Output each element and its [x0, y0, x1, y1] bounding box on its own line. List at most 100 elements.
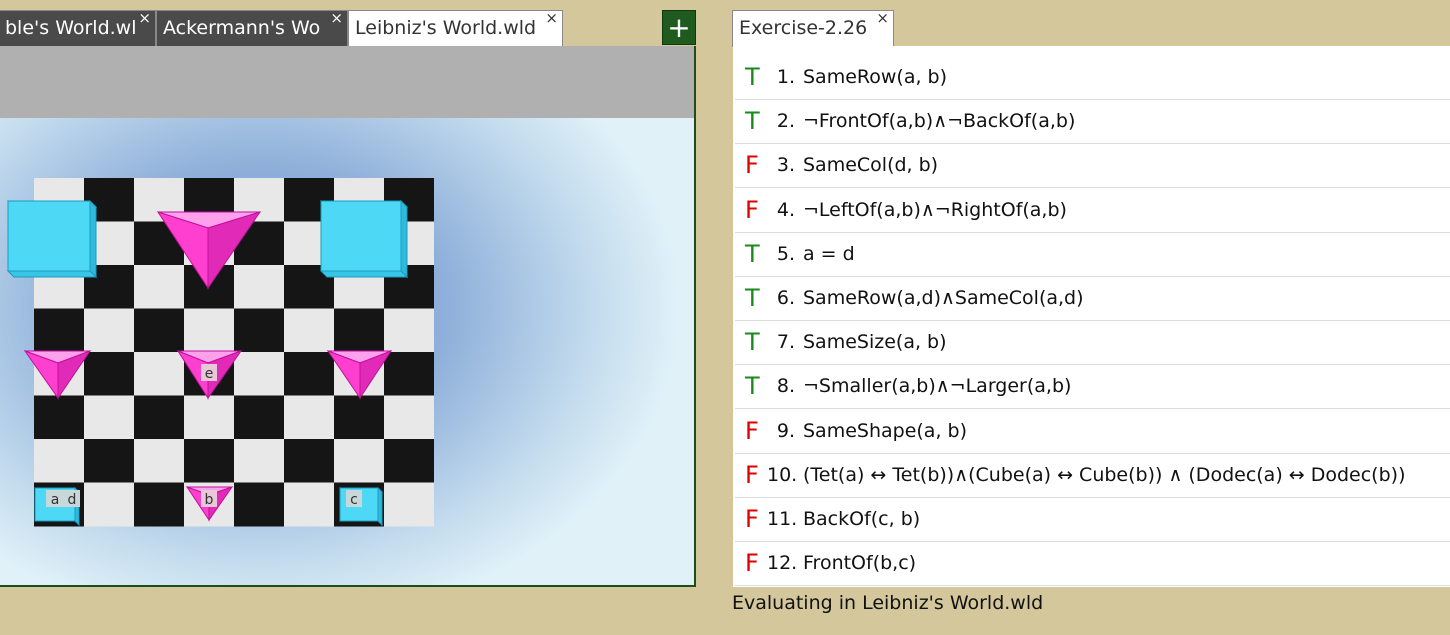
sentence-number: 10.	[767, 463, 798, 486]
truth-value: F	[745, 416, 759, 445]
world-view[interactable]: e a d b c	[0, 118, 694, 585]
label-c: c	[350, 492, 358, 508]
sentence-number: 9.	[776, 419, 795, 442]
sentence-formula[interactable]: BackOf(c, b)	[803, 508, 920, 530]
truth-value: T	[745, 284, 760, 312]
add-tab-button[interactable]: +	[662, 10, 696, 45]
sentence-formula[interactable]: a = d	[803, 243, 855, 265]
truth-value: F	[745, 460, 759, 489]
tab-label: Exercise-2.26	[739, 17, 868, 39]
board-square[interactable]	[34, 308, 84, 353]
board-square[interactable]	[184, 308, 234, 353]
tab-exercise[interactable]: Exercise-2.26 ×	[732, 10, 894, 47]
sentence-row[interactable]: F 3. SameCol(d, b)	[735, 144, 1450, 189]
tab-bubbles-world[interactable]: ble's World.wld ×	[0, 10, 156, 46]
board-square[interactable]	[284, 482, 334, 527]
board-square[interactable]	[384, 395, 434, 440]
board-square[interactable]	[134, 439, 184, 483]
sentence-number: 7.	[776, 331, 795, 354]
board-square[interactable]	[184, 395, 234, 440]
truth-value: F	[745, 151, 759, 180]
sentence-row[interactable]: F 10. (Tet(a) ↔ Tet(b))∧(Cube(a) ↔ Cube(b)…	[735, 454, 1450, 498]
board-square[interactable]	[234, 265, 284, 309]
sentence-row[interactable]: T 5. a = d	[735, 233, 1450, 277]
board-square[interactable]	[284, 352, 334, 396]
tab-ackermanns-world[interactable]: Ackermann's Wo ×	[156, 10, 348, 46]
board-square[interactable]	[234, 482, 284, 527]
sentence-row[interactable]: F 11. BackOf(c, b)	[735, 498, 1450, 542]
close-icon[interactable]: ×	[330, 11, 343, 28]
sentence-formula[interactable]: (Tet(a) ↔ Tet(b))∧(Cube(a) ↔ Cube(b)) ∧ …	[803, 464, 1405, 486]
board-square[interactable]	[384, 482, 434, 527]
label-e: e	[205, 366, 214, 382]
board-square[interactable]	[84, 352, 134, 396]
label-b: b	[205, 492, 214, 508]
board-square[interactable]	[84, 439, 134, 483]
sentence-row[interactable]: T 6. SameRow(a,d)∧SameCol(a,d)	[735, 277, 1450, 321]
board-square[interactable]	[134, 308, 184, 353]
board-square[interactable]	[334, 395, 384, 440]
sentence-formula[interactable]: SameSize(a, b)	[803, 331, 947, 353]
truth-value: T	[745, 328, 760, 357]
world-toolbar	[0, 46, 694, 118]
sentence-number: 2.	[776, 110, 795, 133]
board-square[interactable]	[134, 352, 184, 396]
board-square[interactable]	[84, 482, 134, 527]
large-cube-right[interactable]	[319, 199, 409, 279]
sentence-formula[interactable]: SameRow(a, b)	[803, 66, 947, 88]
board-square[interactable]	[384, 439, 434, 483]
close-icon[interactable]: ×	[138, 11, 151, 28]
close-icon[interactable]: ×	[876, 11, 889, 28]
board-square[interactable]	[284, 439, 334, 483]
tab-label: Ackermann's Wo	[163, 17, 321, 39]
close-icon[interactable]: ×	[545, 11, 558, 28]
sentence-number: 8.	[776, 375, 795, 398]
board-square[interactable]	[284, 395, 334, 440]
board-square[interactable]	[134, 265, 184, 309]
board-square[interactable]	[34, 439, 84, 483]
sentence-row[interactable]: F 12. FrontOf(b,c)	[735, 542, 1450, 587]
truth-value: T	[745, 239, 760, 268]
sentence-row[interactable]: T 1. SameRow(a, b)	[735, 56, 1450, 100]
sentence-number: 12.	[767, 552, 798, 575]
sentence-row[interactable]: F 4. ¬LeftOf(a,b)∧¬RightOf(a,b)	[735, 189, 1450, 233]
board-square[interactable]	[384, 352, 434, 396]
board-square[interactable]	[384, 308, 434, 353]
board-square[interactable]	[234, 439, 284, 483]
sentence-formula[interactable]: SameShape(a, b)	[803, 420, 967, 442]
board-square[interactable]	[234, 352, 284, 396]
truth-value: F	[745, 505, 759, 533]
board-square[interactable]	[34, 395, 84, 440]
sentence-row[interactable]: T 7. SameSize(a, b)	[735, 321, 1450, 366]
board-square[interactable]	[334, 439, 384, 483]
sentence-number: 3.	[776, 154, 795, 177]
sentence-formula[interactable]: SameRow(a,d)∧SameCol(a,d)	[803, 287, 1084, 309]
large-cube-left[interactable]	[6, 199, 98, 279]
board-square[interactable]	[134, 482, 184, 527]
board-square[interactable]	[184, 439, 234, 483]
sentence-formula[interactable]: ¬LeftOf(a,b)∧¬RightOf(a,b)	[803, 199, 1067, 221]
board-square[interactable]	[234, 308, 284, 353]
truth-value: T	[745, 107, 760, 136]
board-square[interactable]	[284, 308, 334, 353]
sentence-formula[interactable]: FrontOf(b,c)	[803, 552, 916, 574]
sentence-number: 1.	[776, 66, 795, 88]
sentence-number: 5.	[776, 242, 795, 265]
tab-leibniz-world[interactable]: Leibniz's World.wld ×	[348, 10, 563, 47]
board-square[interactable]	[234, 395, 284, 440]
sentence-row[interactable]: F 9. SameShape(a, b)	[735, 410, 1450, 454]
board-square[interactable]	[84, 308, 134, 353]
board-square[interactable]	[334, 308, 384, 353]
world-board[interactable]: e a d b c	[0, 118, 694, 585]
truth-value: T	[745, 63, 760, 91]
tab-label: Leibniz's World.wld	[355, 17, 537, 39]
board-square[interactable]	[134, 395, 184, 440]
sentence-formula[interactable]: SameCol(d, b)	[803, 154, 938, 176]
sentence-formula[interactable]: ¬FrontOf(a,b)∧¬BackOf(a,b)	[803, 110, 1075, 132]
sentence-row[interactable]: T 8. ¬Smaller(a,b)∧¬Larger(a,b)	[735, 365, 1450, 410]
sentence-formula[interactable]: ¬Smaller(a,b)∧¬Larger(a,b)	[803, 375, 1071, 397]
sentence-number: 4.	[776, 198, 795, 221]
tab-label: ble's World.wld	[5, 17, 137, 39]
sentence-row[interactable]: T 2. ¬FrontOf(a,b)∧¬BackOf(a,b)	[735, 100, 1450, 145]
board-square[interactable]	[84, 395, 134, 440]
